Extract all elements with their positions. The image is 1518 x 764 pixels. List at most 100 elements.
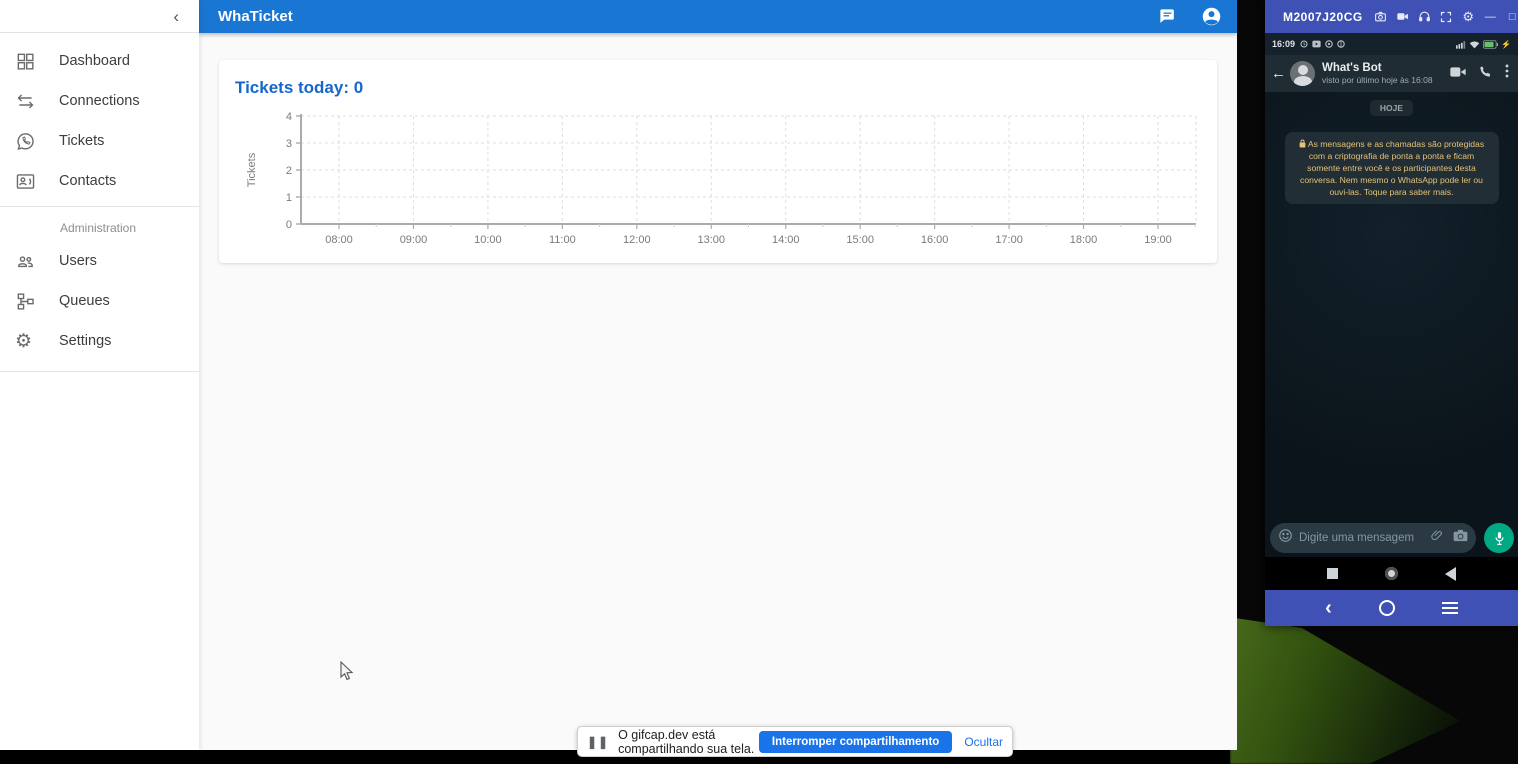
audio-headset-icon[interactable] — [1417, 9, 1432, 24]
sidebar-item-contacts[interactable]: Contacts — [0, 161, 199, 201]
sidebar-item-connections[interactable]: Connections — [0, 81, 199, 121]
sidebar-item-users[interactable]: Users — [0, 241, 199, 281]
back-arrow-icon[interactable]: ← — [1271, 65, 1286, 82]
svg-text:3: 3 — [286, 138, 292, 150]
sidebar-header: ‹ — [0, 0, 199, 33]
svg-text:14:00: 14:00 — [772, 234, 800, 246]
svg-text:15:00: 15:00 — [846, 234, 874, 246]
swap-arrows-icon — [15, 89, 41, 113]
svg-text:10:00: 10:00 — [474, 234, 502, 246]
chat-messages-icon[interactable] — [1155, 5, 1179, 29]
svg-text:19:00: 19:00 — [1144, 234, 1172, 246]
fullscreen-icon[interactable] — [1439, 9, 1454, 24]
svg-text:4: 4 — [286, 111, 292, 123]
svg-text:17:00: 17:00 — [995, 234, 1023, 246]
hide-toast-link[interactable]: Ocultar — [964, 735, 1003, 749]
android-nav-bar — [1265, 557, 1518, 590]
emulator-window: M2007J20CG ⚙ — [1265, 0, 1518, 626]
contact-info[interactable]: What's Bot visto por último hoje às 16:0… — [1322, 62, 1450, 85]
minimize-button[interactable]: — — [1483, 9, 1498, 24]
video-call-icon[interactable] — [1450, 65, 1466, 83]
app-title: WhaTicket — [218, 8, 1155, 25]
people-icon — [15, 249, 41, 273]
svg-text:12:00: 12:00 — [623, 234, 651, 246]
chat-area: HOJE As mensagens e as chamadas são prot… — [1265, 92, 1518, 557]
voice-call-icon[interactable] — [1479, 65, 1492, 83]
message-input-row: Digite uma mensagem — [1265, 522, 1518, 554]
attach-paperclip-icon[interactable] — [1431, 529, 1444, 547]
svg-text:11:00: 11:00 — [549, 234, 576, 246]
date-chip: HOJE — [1370, 100, 1413, 116]
whatsapp-header: ← What's Bot visto por último hoje às 16… — [1265, 55, 1518, 92]
camera-icon[interactable] — [1453, 529, 1468, 547]
lock-icon — [1299, 139, 1306, 148]
gear-icon: ⚙ — [15, 329, 41, 353]
settings-gear-icon[interactable]: ⚙ — [1461, 9, 1476, 24]
sidebar-divider — [0, 371, 199, 372]
emulator-back-button[interactable]: ‹ — [1325, 598, 1332, 618]
contact-name: What's Bot — [1322, 62, 1450, 74]
svg-text:13:00: 13:00 — [698, 234, 726, 246]
input-placeholder: Digite uma mensagem — [1299, 532, 1431, 544]
record-video-icon[interactable] — [1395, 9, 1410, 24]
sidebar-item-label: Settings — [59, 333, 111, 349]
whatsapp-icon — [15, 129, 41, 153]
svg-text:Tickets: Tickets — [246, 152, 258, 187]
emulator-title: M2007J20CG — [1283, 10, 1363, 24]
tickets-chart: 4 3 2 1 0 08:00 09:00 10:00 11:00 12:00 13:00 14:00… — [225, 108, 1210, 263]
screenshot-camera-icon[interactable] — [1373, 9, 1388, 24]
contact-avatar[interactable] — [1290, 61, 1315, 86]
svg-text:09:00: 09:00 — [400, 234, 428, 246]
svg-text:18:00: 18:00 — [1070, 234, 1098, 246]
sidebar: ‹ Dashboard Connections — [0, 0, 199, 750]
screen-share-toast: ❚❚ O gifcap.dev está compartilhando sua … — [577, 726, 1013, 757]
last-seen-status: visto por último hoje às 16:08 — [1322, 75, 1450, 85]
stop-sharing-button[interactable]: Interromper compartilhamento — [759, 731, 952, 753]
encryption-notice[interactable]: As mensagens e as chamadas são protegida… — [1285, 132, 1499, 204]
svg-text:2: 2 — [286, 165, 292, 177]
tickets-chart-card: Tickets today: 0 4321008:0009:0010:0011:… — [219, 60, 1217, 263]
status-right-icons: ⚡ — [1456, 40, 1511, 49]
android-back-button[interactable] — [1445, 567, 1456, 581]
signal-icon — [1456, 40, 1466, 49]
svg-text:16:00: 16:00 — [921, 234, 949, 246]
battery-icon — [1483, 40, 1498, 49]
sidebar-item-settings[interactable]: ⚙ Settings — [0, 321, 199, 361]
recent-apps-button[interactable] — [1327, 568, 1338, 579]
dashboard-icon — [15, 49, 41, 73]
sidebar-item-label: Users — [59, 253, 97, 269]
sidebar-item-label: Contacts — [59, 173, 116, 189]
sidebar-item-dashboard[interactable]: Dashboard — [0, 41, 199, 81]
app-bar: WhaTicket — [199, 0, 1237, 33]
charging-icon: ⚡ — [1501, 40, 1511, 49]
emulator-home-button[interactable] — [1379, 600, 1395, 616]
svg-text:08:00: 08:00 — [325, 234, 353, 246]
emulator-menu-button[interactable] — [1442, 602, 1458, 615]
contact-card-icon — [15, 169, 41, 193]
phone-screen: 16:09 ⚡ ← What's Bot visto por último ho… — [1265, 33, 1518, 590]
account-circle-icon[interactable] — [1199, 5, 1223, 29]
sidebar-item-label: Dashboard — [59, 53, 130, 69]
message-input[interactable]: Digite uma mensagem — [1270, 523, 1476, 553]
pause-bars-icon: ❚❚ — [587, 735, 609, 749]
wifi-icon — [1469, 40, 1480, 49]
sidebar-item-tickets[interactable]: Tickets — [0, 121, 199, 161]
home-button[interactable] — [1385, 567, 1398, 580]
sidebar-item-label: Connections — [59, 93, 140, 109]
encryption-notice-text: As mensagens e as chamadas são protegida… — [1300, 139, 1484, 197]
sidebar-collapse-button[interactable]: ‹ — [173, 8, 179, 25]
sidebar-item-queues[interactable]: Queues — [0, 281, 199, 321]
account-tree-icon — [15, 289, 41, 313]
sidebar-item-label: Tickets — [59, 133, 104, 149]
svg-text:0: 0 — [286, 219, 292, 231]
mic-button[interactable] — [1484, 523, 1514, 553]
emoji-icon[interactable] — [1278, 528, 1293, 548]
more-options-icon[interactable] — [1505, 64, 1509, 83]
svg-text:1: 1 — [286, 192, 292, 204]
emulator-titlebar[interactable]: M2007J20CG ⚙ — [1265, 0, 1518, 33]
emulator-toolbar: ‹ — [1265, 590, 1518, 626]
maximize-button[interactable]: □ — [1505, 9, 1518, 24]
browser-window: WhaTicket ‹ — [0, 0, 1237, 750]
status-time: 16:09 — [1272, 39, 1295, 49]
sidebar-item-label: Queues — [59, 293, 110, 309]
